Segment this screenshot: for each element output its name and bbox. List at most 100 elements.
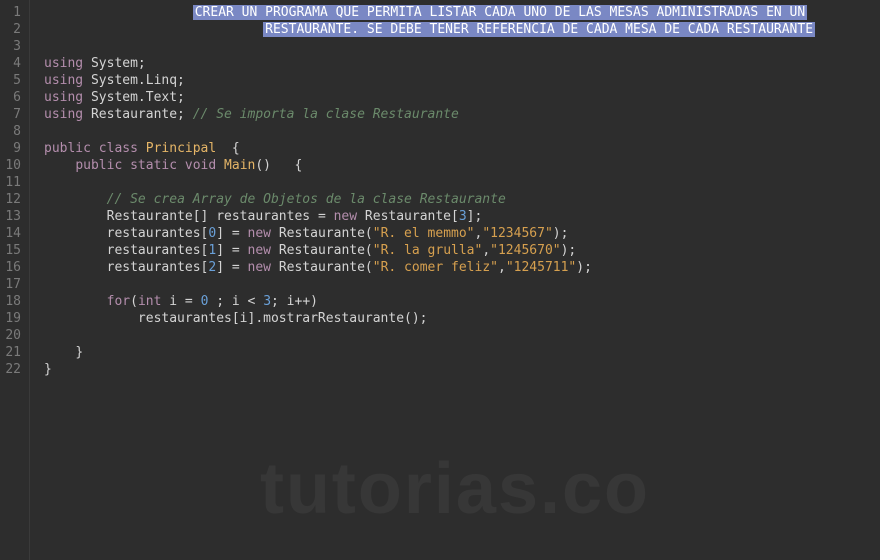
line-number: 14 <box>4 225 21 242</box>
number-literal: 3 <box>263 294 271 309</box>
brace-close: } <box>75 345 83 360</box>
comma: , <box>498 260 506 275</box>
line-number: 4 <box>4 55 21 72</box>
line-number: 13 <box>4 208 21 225</box>
code-line[interactable]: restaurantes[2] = new Restaurante("R. co… <box>44 259 880 276</box>
code-text: restaurantes[ <box>107 260 209 275</box>
code-line[interactable]: for(int i = 0 ; i < 3; i++) <box>44 293 880 310</box>
method-tail: () { <box>255 158 302 173</box>
namespace: System; <box>91 56 146 71</box>
line-number: 12 <box>4 191 21 208</box>
namespace: System.Text; <box>91 90 185 105</box>
string-literal: "1234567" <box>482 226 552 241</box>
code-text: ] = <box>216 226 247 241</box>
code-text: restaurantes[i].mostrarRestaurante(); <box>138 311 428 326</box>
code-line[interactable]: } <box>44 361 880 378</box>
code-line[interactable]: CREAR UN PROGRAMA QUE PERMITA LISTAR CAD… <box>44 4 880 21</box>
line-number: 2 <box>4 21 21 38</box>
code-line[interactable]: restaurantes[0] = new Restaurante("R. el… <box>44 225 880 242</box>
line-number: 11 <box>4 174 21 191</box>
code-line[interactable]: using System.Text; <box>44 89 880 106</box>
code-line[interactable]: public static void Main() { <box>44 157 880 174</box>
code-text: ); <box>561 243 577 258</box>
line-number: 15 <box>4 242 21 259</box>
code-text: ); <box>576 260 592 275</box>
brace-close: } <box>44 362 52 377</box>
code-line[interactable] <box>44 174 880 191</box>
line-number: 18 <box>4 293 21 310</box>
code-text: restaurantes[ <box>107 226 209 241</box>
brace: { <box>216 141 239 156</box>
line-number: 7 <box>4 106 21 123</box>
namespace: System.Linq; <box>91 73 185 88</box>
comment: // Se crea Array de Objetos de la clase … <box>107 192 506 207</box>
code-text: ] = <box>216 260 247 275</box>
keyword-using: using <box>44 73 83 88</box>
comma: , <box>482 243 490 258</box>
line-number: 6 <box>4 89 21 106</box>
comment: // Se importa la clase Restaurante <box>193 107 459 122</box>
selected-text[interactable]: RESTAURANTE. SE DEBE TENER REFERENCIA DE… <box>263 22 815 37</box>
keyword-int: int <box>138 294 161 309</box>
code-editor[interactable]: 1 2 3 4 5 6 7 8 9 10 11 12 13 14 15 16 1… <box>0 0 880 560</box>
code-line[interactable]: } <box>44 344 880 361</box>
line-number: 3 <box>4 38 21 55</box>
line-number: 19 <box>4 310 21 327</box>
code-text: ; i < <box>208 294 263 309</box>
class-name: Principal <box>146 141 216 156</box>
keyword-public: public <box>75 158 122 173</box>
code-text: Restaurante[ <box>357 209 459 224</box>
keyword-new: new <box>248 260 271 275</box>
code-text: Restaurante( <box>271 243 373 258</box>
line-number: 17 <box>4 276 21 293</box>
code-line[interactable] <box>44 276 880 293</box>
code-text: Restaurante( <box>271 260 373 275</box>
code-text: i = <box>161 294 200 309</box>
string-literal: "1245670" <box>490 243 560 258</box>
keyword-void: void <box>185 158 216 173</box>
keyword-for: for <box>107 294 130 309</box>
code-text: ] = <box>216 243 247 258</box>
string-literal: "R. el memmo" <box>373 226 475 241</box>
line-number: 1 <box>4 4 21 21</box>
code-line[interactable] <box>44 38 880 55</box>
selected-text[interactable]: CREAR UN PROGRAMA QUE PERMITA LISTAR CAD… <box>193 5 807 20</box>
line-number-gutter: 1 2 3 4 5 6 7 8 9 10 11 12 13 14 15 16 1… <box>0 0 30 560</box>
code-line[interactable] <box>44 327 880 344</box>
line-number: 21 <box>4 344 21 361</box>
code-line[interactable]: using Restaurante; // Se importa la clas… <box>44 106 880 123</box>
code-text: ); <box>553 226 569 241</box>
code-text: ]; <box>467 209 483 224</box>
string-literal: "1245711" <box>506 260 576 275</box>
keyword-using: using <box>44 107 83 122</box>
code-text: Restaurante( <box>271 226 373 241</box>
code-line[interactable]: // Se crea Array de Objetos de la clase … <box>44 191 880 208</box>
keyword-new: new <box>248 243 271 258</box>
line-number: 22 <box>4 361 21 378</box>
paren: ( <box>130 294 138 309</box>
code-content[interactable]: CREAR UN PROGRAMA QUE PERMITA LISTAR CAD… <box>30 0 880 560</box>
keyword-new: new <box>334 209 357 224</box>
code-line[interactable]: using System; <box>44 55 880 72</box>
code-line[interactable]: RESTAURANTE. SE DEBE TENER REFERENCIA DE… <box>44 21 880 38</box>
code-text: restaurantes[ <box>107 243 209 258</box>
code-line[interactable]: Restaurante[] restaurantes = new Restaur… <box>44 208 880 225</box>
code-line[interactable] <box>44 123 880 140</box>
line-number: 16 <box>4 259 21 276</box>
line-number: 9 <box>4 140 21 157</box>
string-literal: "R. la grulla" <box>373 243 483 258</box>
watermark-text: tutorias.co <box>260 448 650 530</box>
keyword-using: using <box>44 56 83 71</box>
method-name: Main <box>224 158 255 173</box>
line-number: 5 <box>4 72 21 89</box>
keyword-class: class <box>99 141 138 156</box>
code-text: Restaurante[] restaurantes = <box>107 209 334 224</box>
code-line[interactable]: restaurantes[i].mostrarRestaurante(); <box>44 310 880 327</box>
line-number: 20 <box>4 327 21 344</box>
code-line[interactable]: restaurantes[1] = new Restaurante("R. la… <box>44 242 880 259</box>
string-literal: "R. comer feliz" <box>373 260 498 275</box>
code-line[interactable]: public class Principal { <box>44 140 880 157</box>
line-number: 8 <box>4 123 21 140</box>
number-literal: 3 <box>459 209 467 224</box>
code-line[interactable]: using System.Linq; <box>44 72 880 89</box>
